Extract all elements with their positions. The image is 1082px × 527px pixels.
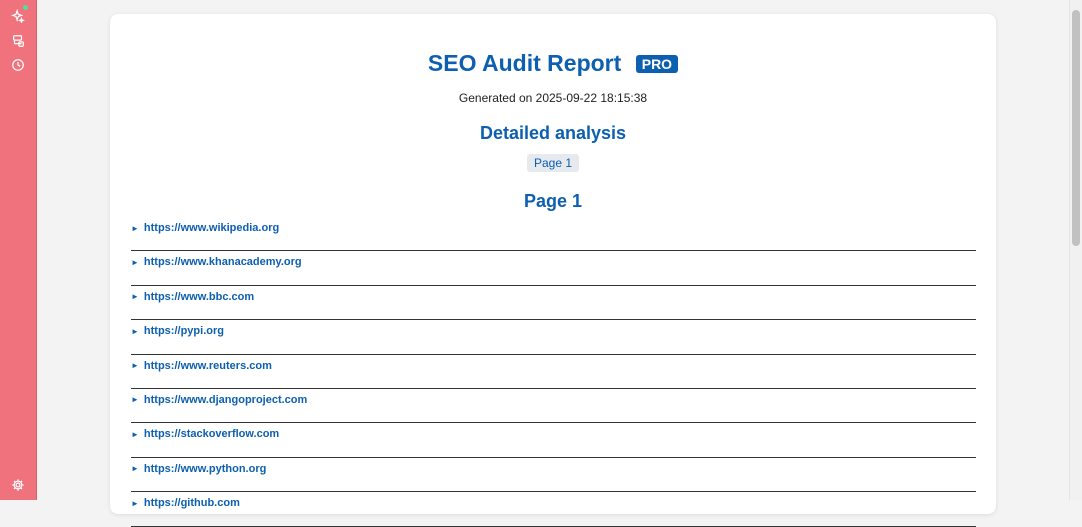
generated-timestamp: Generated on 2025-09-22 18:15:38 — [458, 91, 648, 105]
report-card: SEO Audit Report PRO Generated on 2025-0… — [110, 14, 996, 527]
section-title: Detailed analysis — [479, 123, 627, 143]
expand-caret-icon: ► — [131, 395, 139, 405]
page-chip[interactable]: Page 1 — [526, 154, 580, 172]
url-link[interactable]: https://www.wikipedia.org — [144, 222, 279, 234]
page-nav: Page 1 — [110, 154, 996, 172]
page-heading: Page 1 — [523, 191, 583, 211]
list-item[interactable]: ► https://www.reuters.com — [131, 355, 976, 389]
report-title: SEO Audit Report — [427, 50, 622, 76]
expand-caret-icon: ► — [131, 326, 139, 336]
url-list: ► https://www.wikipedia.org ► https://www.… — [131, 217, 976, 527]
list-item[interactable]: ► https://www.djangoproject.com — [131, 389, 976, 424]
sidebar — [0, 0, 37, 500]
url-link[interactable]: https://www.python.org — [144, 463, 266, 475]
expand-caret-icon: ► — [131, 223, 139, 233]
expand-caret-icon: ► — [131, 361, 139, 371]
expand-caret-icon: ► — [131, 464, 139, 474]
pro-badge: PRO — [635, 54, 679, 73]
url-link[interactable]: https://www.khanacademy.org — [144, 256, 302, 268]
list-item[interactable]: ► https://www.python.org — [131, 458, 976, 493]
list-item[interactable]: ► https://github.com — [131, 492, 976, 527]
list-item[interactable]: ► https://www.khanacademy.org — [131, 251, 976, 286]
server-icon[interactable] — [10, 33, 26, 49]
list-item[interactable]: ► https://stackoverflow.com — [131, 423, 976, 458]
url-link[interactable]: https://pypi.org — [144, 325, 224, 337]
expand-caret-icon: ► — [131, 429, 139, 439]
list-item[interactable]: ► https://www.wikipedia.org — [131, 217, 976, 252]
scrollbar-thumb[interactable] — [1072, 10, 1080, 246]
notification-dot — [23, 5, 28, 10]
url-link[interactable]: https://www.bbc.com — [144, 291, 254, 303]
expand-caret-icon: ► — [131, 292, 139, 302]
report-header: SEO Audit Report PRO — [110, 50, 996, 77]
url-link[interactable]: https://www.reuters.com — [144, 360, 272, 372]
list-item[interactable]: ► https://www.bbc.com — [131, 286, 976, 321]
sparkle-icon[interactable] — [10, 5, 28, 24]
url-link[interactable]: https://www.djangoproject.com — [144, 394, 307, 406]
vertical-scrollbar[interactable] — [1069, 0, 1082, 500]
history-icon[interactable] — [10, 57, 26, 73]
url-link[interactable]: https://github.com — [144, 497, 240, 509]
settings-icon[interactable] — [10, 477, 26, 493]
list-item[interactable]: ► https://pypi.org — [131, 320, 976, 355]
url-link[interactable]: https://stackoverflow.com — [144, 428, 279, 440]
expand-caret-icon: ► — [131, 257, 139, 267]
